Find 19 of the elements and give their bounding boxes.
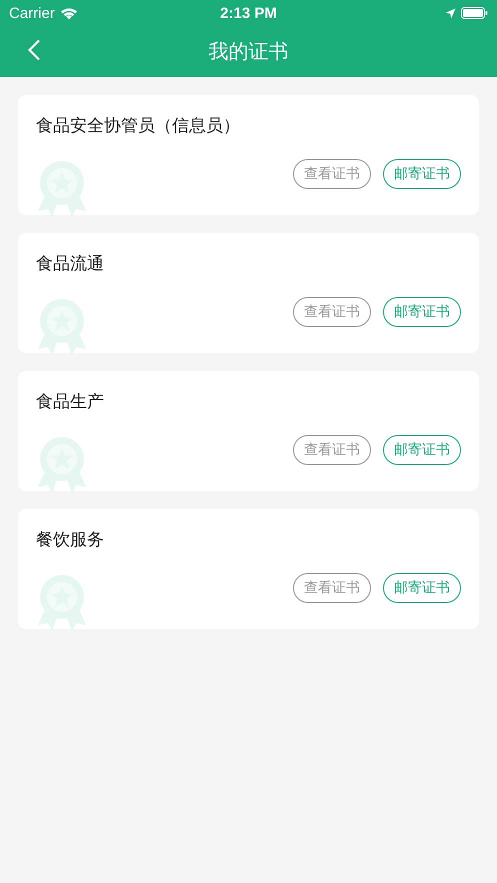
certificate-button[interactable]: 查看证书 <box>293 435 371 465</box>
back-icon[interactable] <box>27 39 41 61</box>
certificate-button[interactable]: 邮寄证书 <box>383 297 461 327</box>
certificate-button[interactable]: 查看证书 <box>293 159 371 189</box>
certificate-button[interactable]: 邮寄证书 <box>383 435 461 465</box>
status-time: 2:13 PM <box>220 4 277 22</box>
certificate-title: 餐饮服务 <box>36 529 105 551</box>
certificate-button[interactable]: 查看证书 <box>293 297 371 327</box>
certificate-title: 食品生产 <box>36 391 105 413</box>
battery-icon <box>461 7 488 19</box>
certificate-title: 食品流通 <box>36 253 105 275</box>
wifi-icon <box>60 6 78 20</box>
certificate-button[interactable]: 查看证书 <box>293 573 371 603</box>
location-arrow-icon <box>445 8 456 18</box>
carrier-name: Carrier <box>9 4 55 22</box>
certificate-button[interactable]: 邮寄证书 <box>383 573 461 603</box>
certificate-title: 食品安全协管员（信息员） <box>36 115 241 137</box>
page-title: 我的证书 <box>208 38 288 65</box>
certificate-button[interactable]: 邮寄证书 <box>383 159 461 189</box>
